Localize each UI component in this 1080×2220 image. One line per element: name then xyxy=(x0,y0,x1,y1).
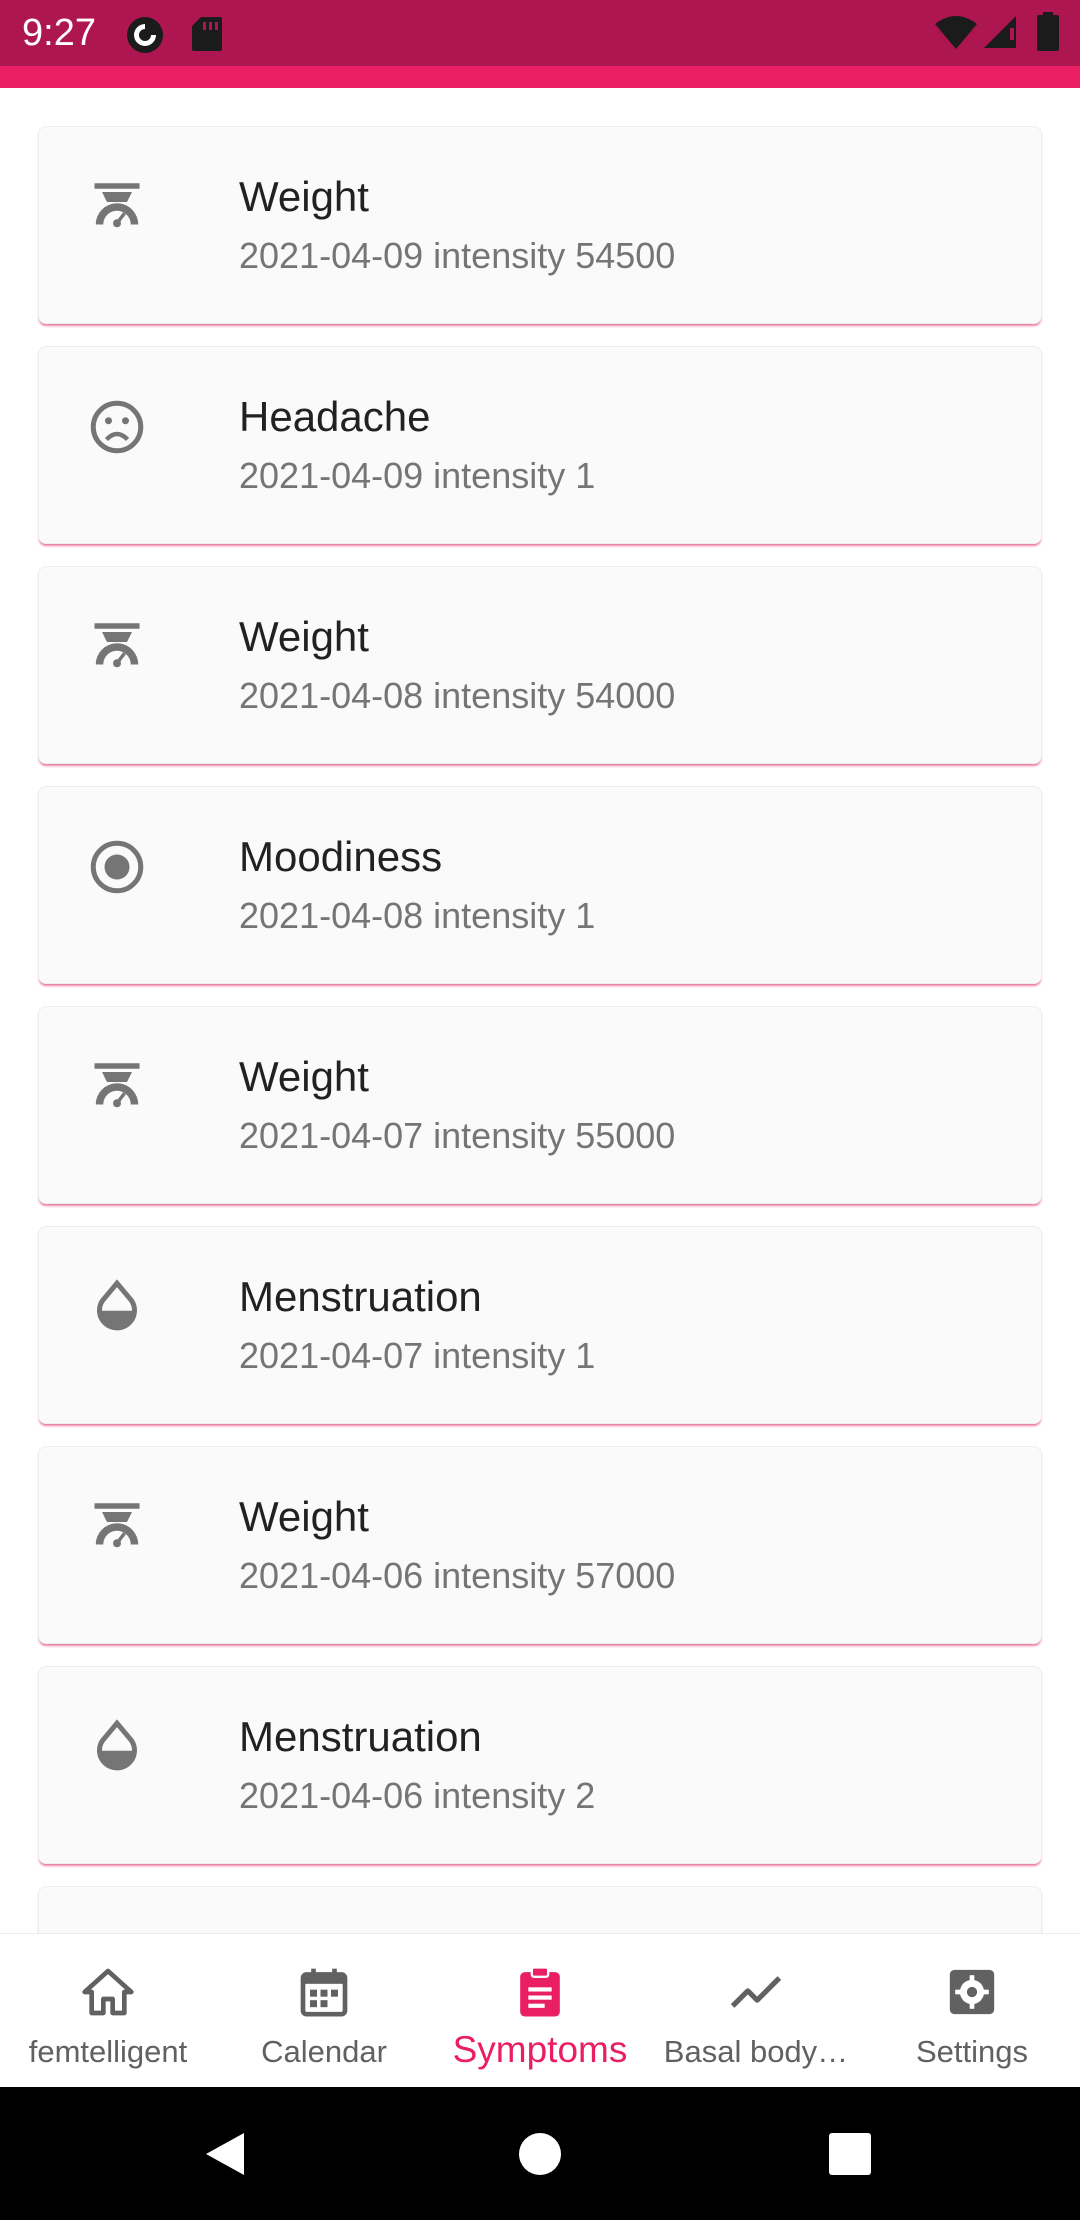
system-navigation-bar xyxy=(0,2087,1080,2220)
symptom-detail: 2021-04-08 intensity 1 xyxy=(239,895,596,936)
scale-icon xyxy=(94,1063,140,1108)
battery-icon xyxy=(1037,12,1059,51)
back-icon[interactable] xyxy=(200,2129,250,2179)
symptom-card[interactable]: Headache 2021-04-09 intensity 1 xyxy=(38,346,1042,544)
symptom-detail: 2021-04-08 intensity 54000 xyxy=(239,675,676,716)
symptom-card[interactable]: Moodiness 2021-04-08 intensity 1 xyxy=(38,786,1042,984)
symptom-card[interactable]: Menstruation 2021-04-06 intensity 2 xyxy=(38,1666,1042,1864)
symptom-title: Menstruation xyxy=(239,1273,482,1320)
scale-icon xyxy=(94,1503,140,1548)
nav-settings[interactable]: Settings xyxy=(864,1934,1080,2088)
symptom-title: Weight xyxy=(239,613,369,660)
symptom-card[interactable]: Menstruation 2021-04-07 intensity 1 xyxy=(38,1226,1042,1424)
home-icon xyxy=(82,1968,134,2016)
nav-label: Symptoms xyxy=(452,2029,628,2070)
symptom-detail: 2021-04-09 intensity 54500 xyxy=(239,235,676,276)
nav-label: Basal body… xyxy=(663,2034,849,2069)
symptom-detail: 2021-04-06 intensity 57000 xyxy=(239,1555,676,1596)
symptom-title: Menstruation xyxy=(239,1713,482,1760)
sad-face-icon xyxy=(90,400,144,454)
scale-icon xyxy=(94,183,140,228)
symptom-title: Weight xyxy=(239,1493,369,1540)
bottom-navigation: femtelligent Calendar Symptoms Basal bod… xyxy=(0,1933,1080,2088)
scale-icon xyxy=(94,623,140,668)
trend-line-icon xyxy=(730,1976,782,2008)
symptom-detail: 2021-04-06 intensity 2 xyxy=(239,1775,596,1816)
clipboard-icon xyxy=(520,1966,560,2017)
home-circle-icon[interactable] xyxy=(517,2131,563,2177)
recents-icon[interactable] xyxy=(828,2132,872,2176)
drop-icon xyxy=(97,1719,137,1771)
symptom-title: Weight xyxy=(239,1053,369,1100)
wifi-icon xyxy=(935,16,977,49)
app-bar-strip xyxy=(0,66,1080,88)
symptom-detail: 2021-04-07 intensity 1 xyxy=(239,1335,596,1376)
nav-label: Calendar xyxy=(261,2034,387,2069)
nav-basal-body[interactable]: Basal body… xyxy=(648,1934,864,2088)
symptom-detail: 2021-04-09 intensity 1 xyxy=(239,455,596,496)
symptom-title: Moodiness xyxy=(239,833,443,880)
status-time: 9:27 xyxy=(22,12,96,54)
symptom-card[interactable]: Weight 2021-04-06 intensity 57000 xyxy=(38,1446,1042,1644)
drop-icon xyxy=(97,1279,137,1331)
status-bar: 9:27 xyxy=(0,0,1080,66)
nav-label: femtelligent xyxy=(28,2034,188,2069)
nav-symptoms[interactable]: Symptoms xyxy=(432,1934,648,2088)
nav-home[interactable]: femtelligent xyxy=(0,1934,216,2088)
pocket-casts-icon xyxy=(127,17,163,53)
symptom-card[interactable]: Weight 2021-04-09 intensity 54500 xyxy=(38,126,1042,324)
symptom-detail: 2021-04-07 intensity 55000 xyxy=(239,1115,676,1156)
nav-calendar[interactable]: Calendar xyxy=(216,1934,432,2088)
symptom-card[interactable]: Weight 2021-04-08 intensity 54000 xyxy=(38,566,1042,764)
symptom-title: Weight xyxy=(239,173,369,220)
cell-signal-icon xyxy=(984,16,1016,48)
nav-label: Settings xyxy=(915,2034,1028,2069)
calendar-icon xyxy=(300,1968,348,2017)
sd-card-icon xyxy=(192,17,222,51)
gear-icon xyxy=(949,1969,995,2015)
symptom-card[interactable]: Weight 2021-04-07 intensity 55000 xyxy=(38,1006,1042,1204)
symptom-title: Headache xyxy=(239,393,431,440)
radio-button-icon xyxy=(90,840,144,894)
